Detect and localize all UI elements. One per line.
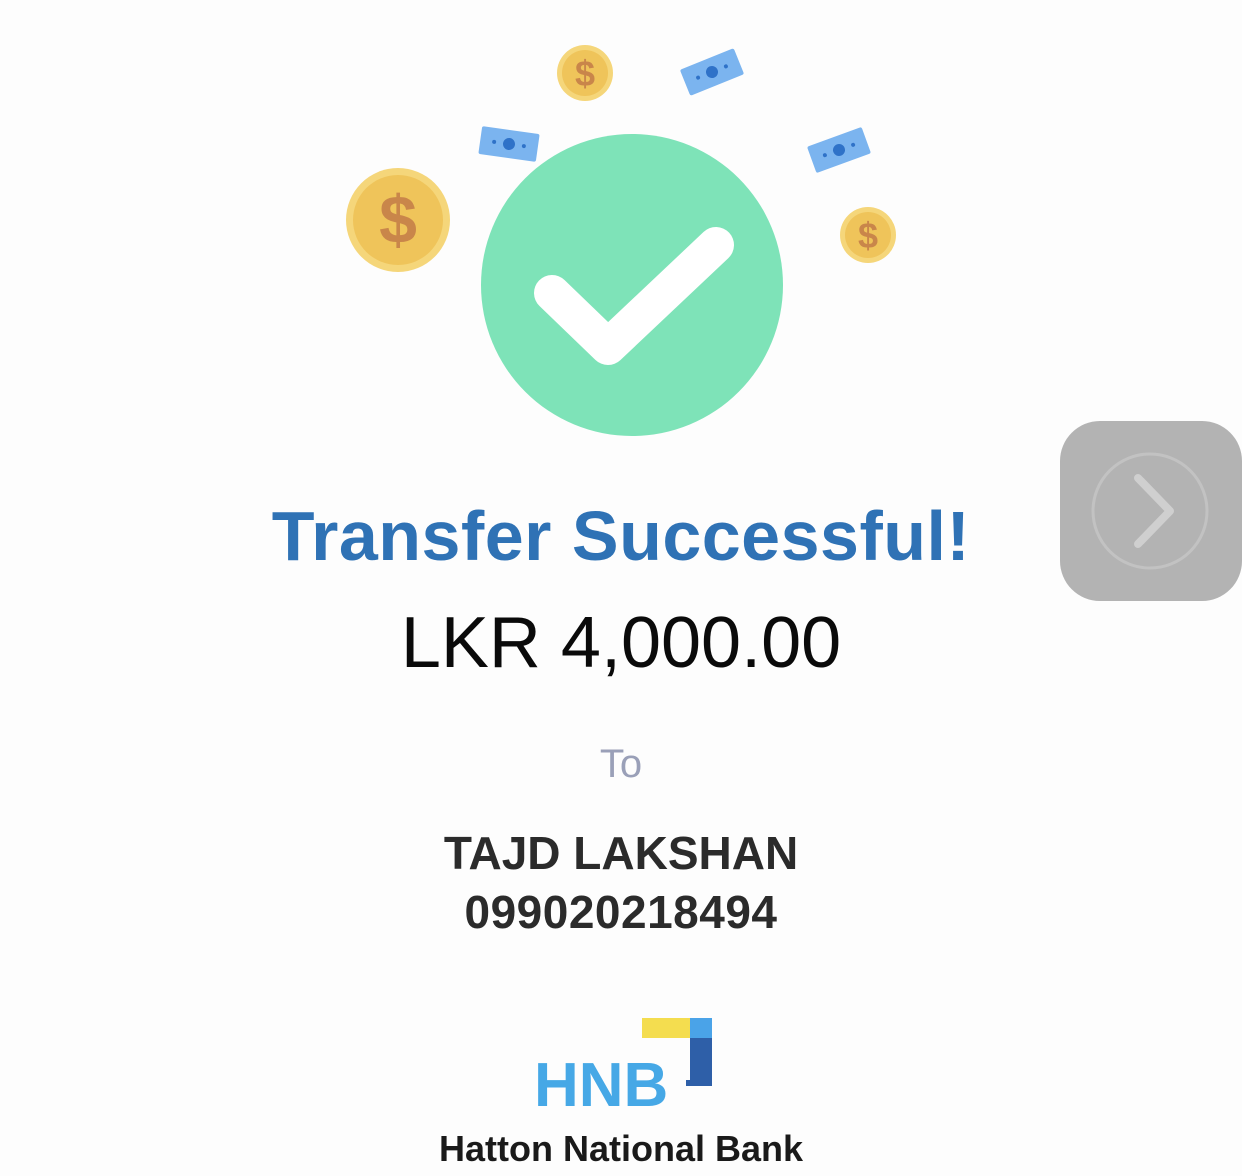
transfer-amount: LKR 4,000.00 — [400, 603, 842, 683]
svg-text:$: $ — [379, 182, 417, 258]
dollar-coin-icon: $ — [346, 168, 450, 272]
svg-text:$: $ — [575, 53, 595, 94]
success-title: Transfer Successful! — [271, 497, 971, 575]
dollar-coin-icon: $ — [557, 45, 613, 101]
banknote-icon — [680, 48, 744, 96]
chevron-right-icon — [1091, 452, 1209, 570]
banknote-icon — [807, 127, 871, 173]
dollar-coin-icon: $ — [840, 207, 896, 263]
recipient-name: TAJD LAKSHAN — [443, 827, 799, 879]
success-illustration: $ $ $ — [0, 0, 1242, 460]
next-button[interactable] — [1060, 421, 1242, 601]
hnb-logo-text: HNB — [534, 1051, 668, 1110]
to-label: To — [599, 742, 643, 786]
check-circle-icon — [481, 134, 783, 436]
bank-name: Hatton National Bank — [438, 1128, 804, 1169]
recipient-account-number: 099020218494 — [464, 886, 778, 938]
svg-text:$: $ — [858, 215, 878, 256]
hnb-logo: HNB — [534, 1016, 714, 1120]
